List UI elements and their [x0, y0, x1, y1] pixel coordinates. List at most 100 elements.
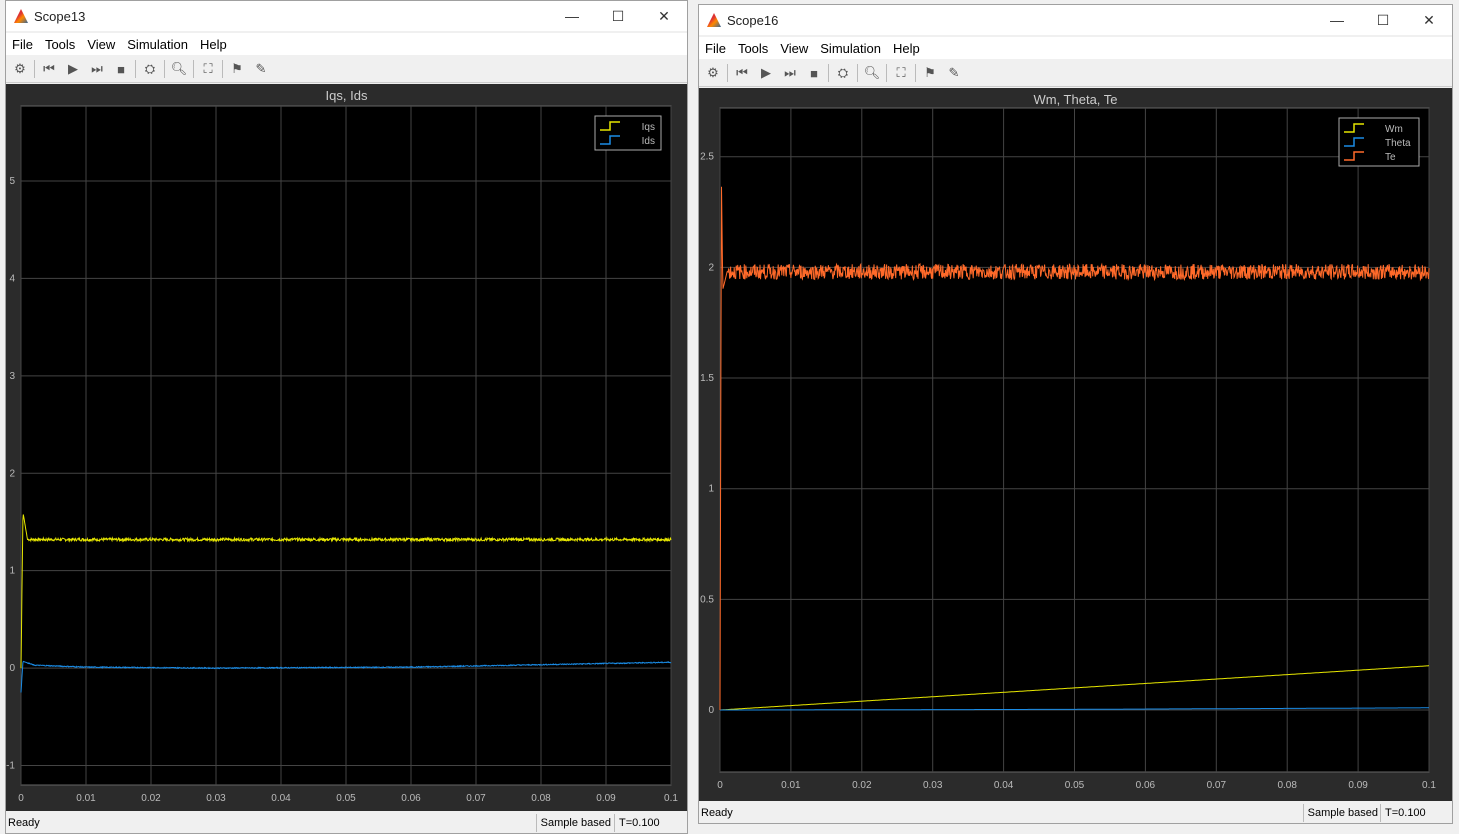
sim-time: T=0.100	[614, 814, 683, 832]
menu-file[interactable]: File	[12, 37, 33, 52]
menu-simulation[interactable]: Simulation	[127, 37, 188, 52]
menu-bar: File Tools View Simulation Help	[699, 37, 1452, 59]
legend-label: Iqs	[642, 122, 655, 133]
menu-view[interactable]: View	[780, 41, 808, 56]
status-bar: Ready Sample based T=0.100	[699, 803, 1452, 823]
x-tick-label: 0.02	[852, 780, 872, 791]
run-icon[interactable]: ▶	[63, 61, 83, 77]
step-back-icon[interactable]: ⏮	[732, 65, 752, 81]
plot-panel: Iqs, Ids 0 0.01 0.02 0.03 0.04 0.05 0.06 0.07 0.…	[6, 84, 687, 811]
menu-view[interactable]: View	[87, 37, 115, 52]
x-tick-label: 0.01	[781, 780, 801, 791]
menu-help[interactable]: Help	[200, 37, 227, 52]
y-tick-label: 3	[9, 371, 15, 382]
menu-file[interactable]: File	[705, 41, 726, 56]
y-tick-label: -1	[6, 761, 15, 772]
maximize-button[interactable]: ☐	[1360, 5, 1406, 35]
x-tick-label: 0.07	[466, 793, 486, 804]
plot-panel: Wm, Theta, Te 0 0.01 0.02 0.03 0.04 0.05 0.06 0…	[699, 88, 1452, 801]
x-tick-label: 0.07	[1207, 780, 1227, 791]
maximize-button[interactable]: ☐	[595, 1, 641, 31]
legend-label: Theta	[1385, 138, 1411, 149]
x-tick-label: 0	[717, 780, 723, 791]
x-tick-label: 0.06	[1136, 780, 1156, 791]
step-forward-icon[interactable]: ⏭	[780, 65, 800, 81]
y-tick-label: 0.5	[700, 594, 714, 605]
minimize-button[interactable]: —	[549, 1, 595, 31]
x-tick-label: 0.1	[664, 793, 678, 804]
x-tick-label: 0.02	[141, 793, 161, 804]
x-tick-label: 0.05	[1065, 780, 1085, 791]
menu-simulation[interactable]: Simulation	[820, 41, 881, 56]
y-tick-label: 2	[9, 468, 15, 479]
run-icon[interactable]: ▶	[756, 65, 776, 81]
zoom-icon[interactable]: 🔍︎	[862, 65, 882, 81]
minimize-button[interactable]: —	[1314, 5, 1360, 35]
x-tick-label: 0	[18, 793, 24, 804]
sample-mode: Sample based	[1302, 804, 1382, 822]
step-forward-icon[interactable]: ⏭	[87, 61, 107, 77]
x-tick-label: 0.03	[923, 780, 943, 791]
plot-axes[interactable]: 0 0.01 0.02 0.03 0.04 0.05 0.06 0.07 0.08 0.09 0.1…	[699, 88, 1452, 801]
y-tick-label: 0	[9, 663, 15, 674]
x-tick-label: 0.1	[1422, 780, 1436, 791]
legend-label: Te	[1385, 152, 1396, 163]
trigger-icon[interactable]: ⚑	[227, 61, 247, 77]
stop-icon[interactable]: ■	[111, 62, 131, 77]
sim-time: T=0.100	[1380, 804, 1444, 822]
menu-help[interactable]: Help	[893, 41, 920, 56]
legend-label: Ids	[642, 136, 655, 147]
window-title: Scope13	[34, 8, 86, 24]
x-tick-label: 0.08	[1277, 780, 1297, 791]
y-tick-label: 1.5	[700, 373, 714, 384]
y-tick-label: 1	[708, 484, 714, 495]
measure-icon[interactable]: ✎	[944, 65, 964, 81]
x-tick-label: 0.06	[401, 793, 421, 804]
matlab-logo-icon	[14, 9, 28, 23]
signal-select-icon[interactable]: ⛭	[833, 65, 853, 81]
x-tick-label: 0.08	[531, 793, 551, 804]
x-tick-label: 0.04	[271, 793, 291, 804]
settings-icon[interactable]: ⚙	[10, 61, 30, 77]
step-back-icon[interactable]: ⏮	[39, 61, 59, 77]
plot-axes[interactable]: 0 0.01 0.02 0.03 0.04 0.05 0.06 0.07 0.08 0.09 0.1…	[6, 84, 687, 811]
x-tick-label: 0.03	[206, 793, 226, 804]
y-tick-label: 4	[9, 273, 15, 284]
measure-icon[interactable]: ✎	[251, 61, 271, 77]
window-title: Scope16	[727, 12, 779, 28]
scope13-window: Scope13 — ☐ ✕ File Tools View Simulation Help ⚙…	[5, 0, 688, 834]
title-bar: Scope13 — ☐ ✕	[6, 1, 687, 31]
fit-axes-icon[interactable]: ⛶	[198, 61, 218, 77]
settings-icon[interactable]: ⚙	[703, 65, 723, 81]
matlab-logo-icon	[707, 13, 721, 27]
toolbar: ⚙ ⏮ ▶ ⏭ ■ ⛭ 🔍︎ ⛶ ⚑ ✎	[699, 60, 1452, 87]
close-button[interactable]: ✕	[1406, 5, 1452, 35]
y-tick-label: 2.5	[700, 152, 714, 163]
x-tick-label: 0.01	[76, 793, 96, 804]
menu-bar: File Tools View Simulation Help	[6, 33, 687, 55]
status-text: Ready	[701, 807, 733, 819]
y-tick-label: 1	[9, 566, 15, 577]
x-tick-label: 0.09	[1348, 780, 1368, 791]
menu-tools[interactable]: Tools	[45, 37, 75, 52]
title-bar: Scope16 — ☐ ✕	[699, 5, 1452, 35]
y-tick-label: 0	[708, 705, 714, 716]
trigger-icon[interactable]: ⚑	[920, 65, 940, 81]
scope16-window: Scope16 — ☐ ✕ File Tools View Simulation Help ⚙…	[698, 4, 1453, 824]
signal-select-icon[interactable]: ⛭	[140, 61, 160, 77]
y-tick-label: 2	[708, 262, 714, 273]
status-bar: Ready Sample based T=0.100	[6, 813, 687, 833]
menu-tools[interactable]: Tools	[738, 41, 768, 56]
fit-axes-icon[interactable]: ⛶	[891, 65, 911, 81]
x-tick-label: 0.09	[596, 793, 616, 804]
x-tick-label: 0.05	[336, 793, 356, 804]
legend-label: Wm	[1385, 124, 1403, 135]
sample-mode: Sample based	[535, 814, 615, 832]
toolbar: ⚙ ⏮ ▶ ⏭ ■ ⛭ 🔍︎ ⛶ ⚑ ✎	[6, 56, 687, 83]
stop-icon[interactable]: ■	[804, 66, 824, 81]
zoom-icon[interactable]: 🔍︎	[169, 61, 189, 77]
close-button[interactable]: ✕	[641, 1, 687, 31]
x-tick-label: 0.04	[994, 780, 1014, 791]
y-tick-label: 5	[9, 176, 15, 187]
status-text: Ready	[8, 817, 40, 829]
